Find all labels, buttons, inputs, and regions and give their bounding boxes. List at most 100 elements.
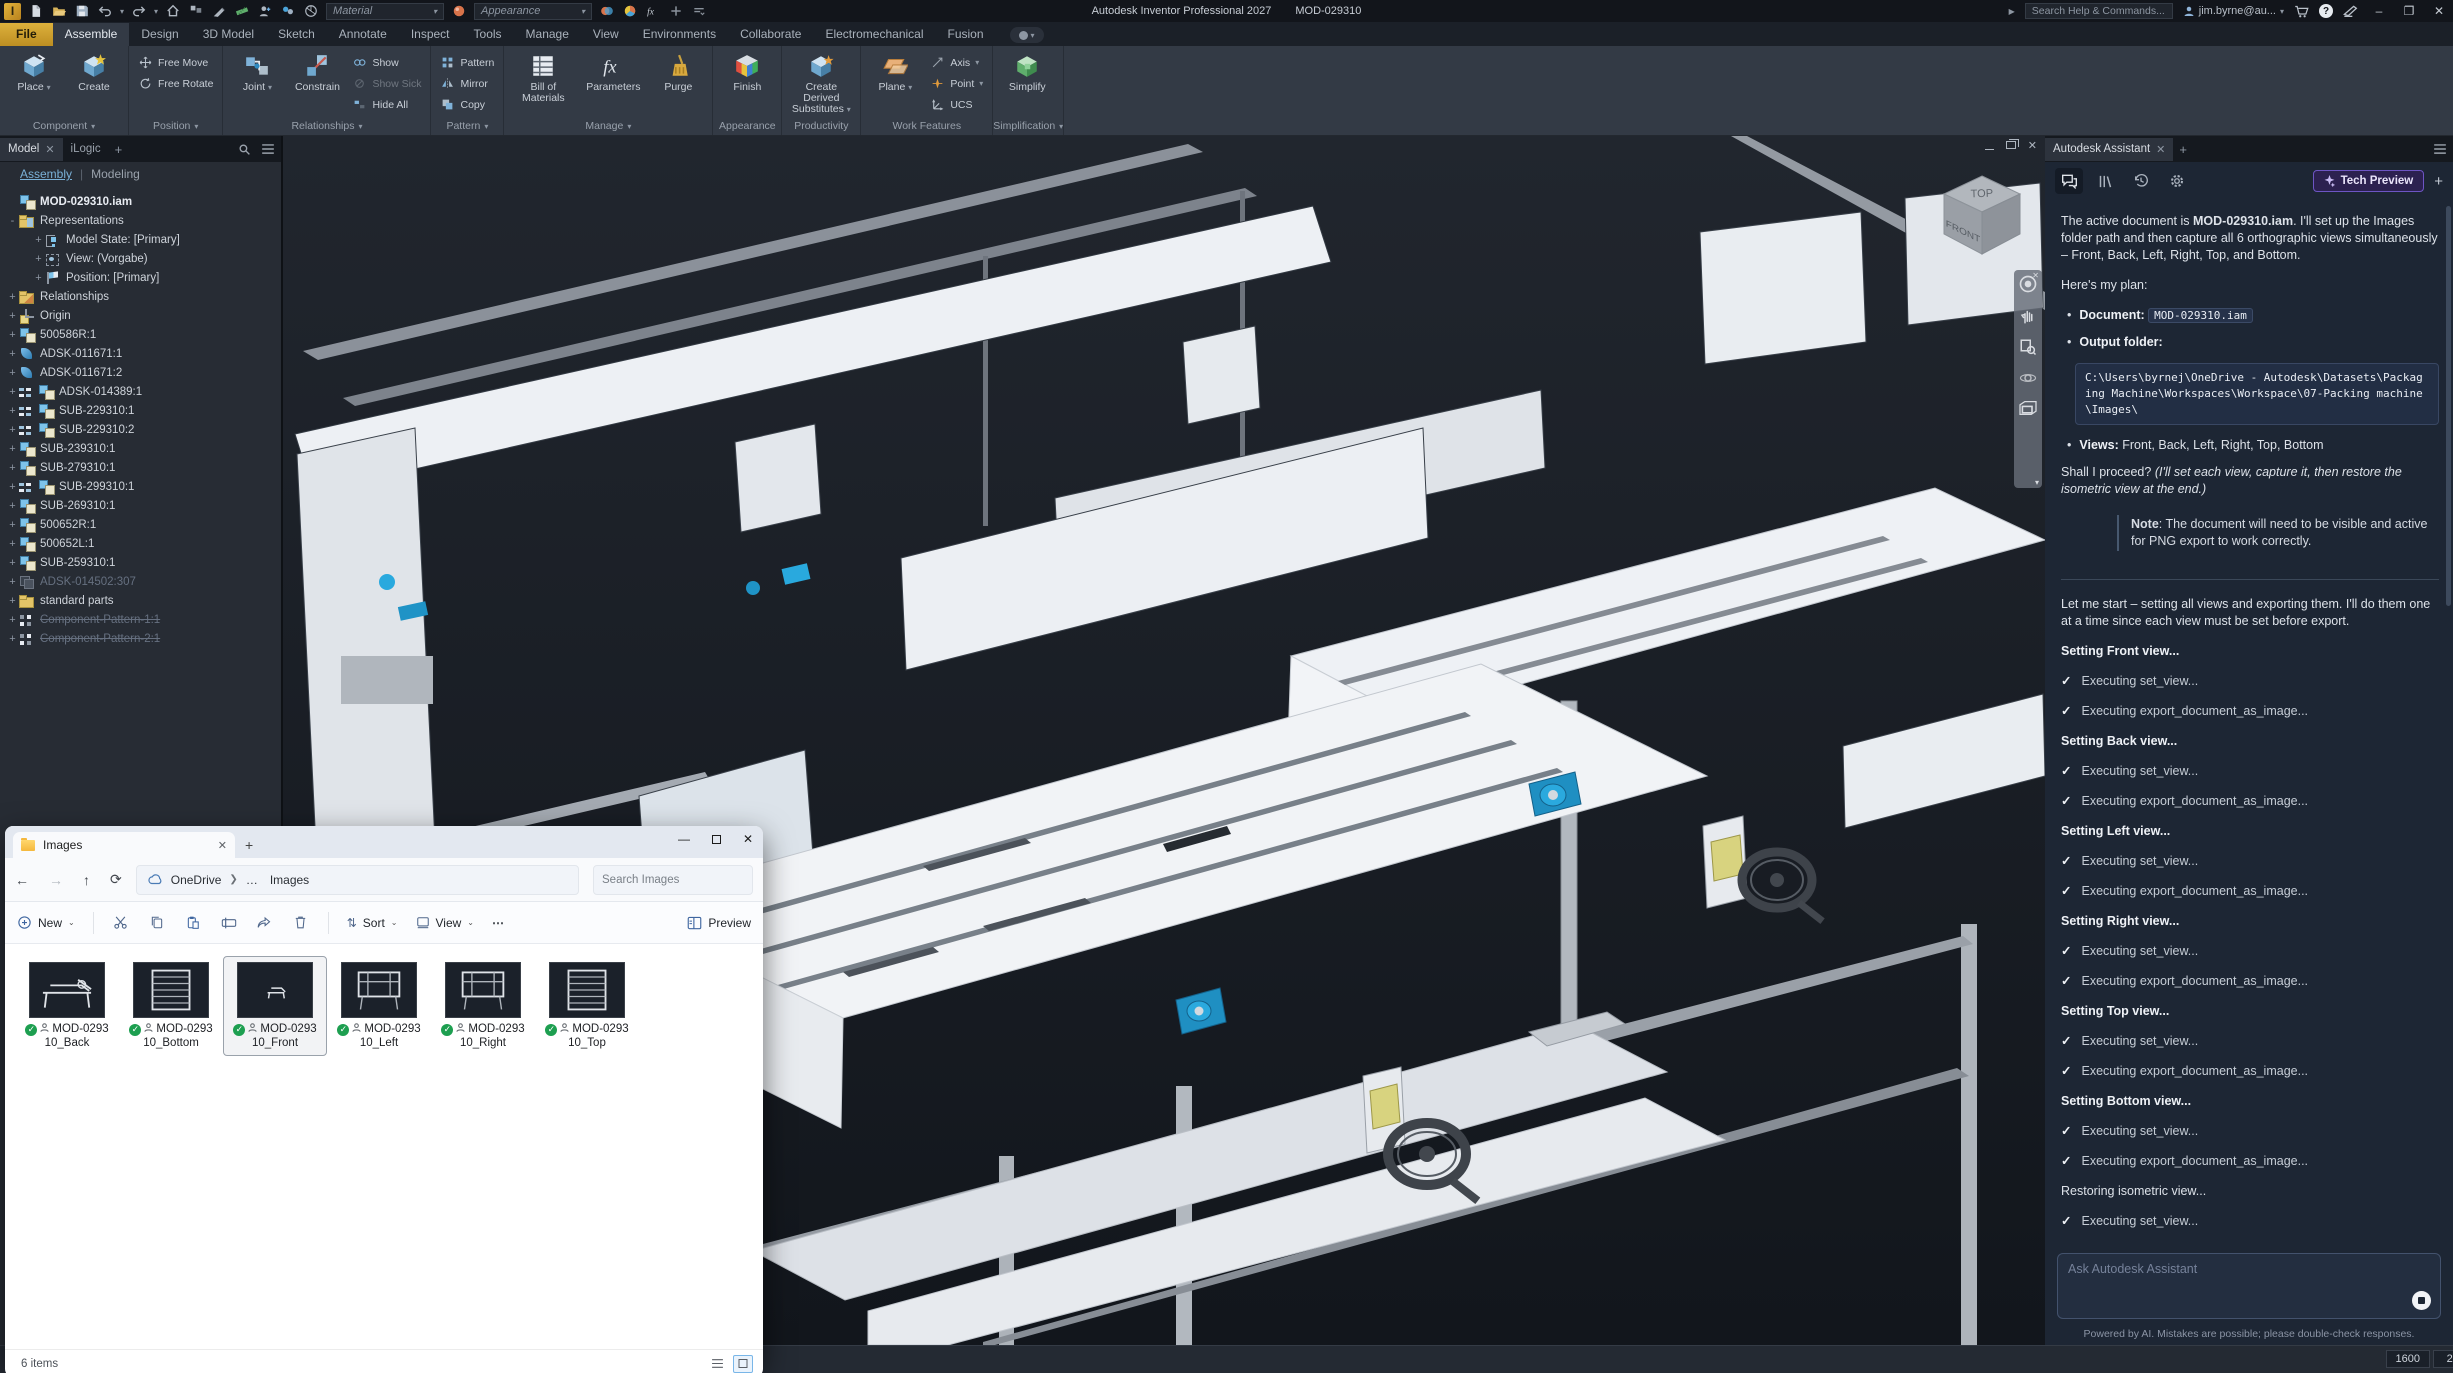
- library-icon[interactable]: [2091, 168, 2119, 194]
- search-icon[interactable]: [238, 143, 251, 156]
- navbar-close-icon[interactable]: ✕: [2032, 271, 2039, 280]
- tree-expander[interactable]: +: [6, 614, 19, 626]
- tree-expander[interactable]: +: [6, 386, 19, 398]
- color-wheel-icon[interactable]: [622, 4, 638, 19]
- tree-item-view-vorgabe[interactable]: +View: (Vorgabe): [0, 249, 281, 268]
- assistant-input[interactable]: [2068, 1262, 2398, 1276]
- ribbon-group-label-appearance[interactable]: Appearance: [713, 119, 781, 135]
- minimize-button[interactable]: –: [2369, 4, 2389, 18]
- ribbon-tab-view[interactable]: View: [581, 23, 631, 46]
- ribbon-tab-electromechanical[interactable]: Electromechanical: [813, 23, 935, 46]
- tree-item-adsk-014502-307[interactable]: +ADSK-014502:307: [0, 572, 281, 591]
- cart-icon[interactable]: [2294, 5, 2309, 18]
- file-mod-0293-10-front[interactable]: ✓MOD-029310_Front: [223, 956, 327, 1056]
- button-simplify[interactable]: Simplify: [999, 50, 1055, 93]
- tree-expander[interactable]: +: [6, 557, 19, 569]
- feedback-pen-icon[interactable]: [2343, 5, 2359, 17]
- button-bill-of-materials[interactable]: Bill of Materials: [510, 50, 576, 104]
- file-mod-0293-10-back[interactable]: ✓MOD-029310_Back: [15, 956, 119, 1056]
- orbit-icon[interactable]: [2019, 369, 2037, 387]
- button-joint[interactable]: Joint ▾: [229, 50, 285, 93]
- tree-expander[interactable]: +: [6, 348, 19, 360]
- tree-expander[interactable]: +: [6, 291, 19, 303]
- new-file-icon[interactable]: [28, 4, 44, 19]
- tree-item-adsk-014389-1[interactable]: +ADSK-014389:1: [0, 382, 281, 401]
- cut-icon[interactable]: [112, 914, 130, 932]
- tree-item-500586r-1[interactable]: +500586R:1: [0, 325, 281, 344]
- tree-item-500652l-1[interactable]: +500652L:1: [0, 534, 281, 553]
- assistant-input-box[interactable]: [2057, 1253, 2441, 1319]
- forward-icon[interactable]: →: [49, 872, 63, 888]
- components-icon[interactable]: [280, 4, 296, 19]
- up-icon[interactable]: ↑: [83, 872, 90, 888]
- browser-tab-model[interactable]: Model✕: [0, 138, 63, 161]
- tab-close-icon[interactable]: ✕: [45, 143, 54, 156]
- redo-icon-dropdown[interactable]: ▾: [154, 7, 158, 16]
- button-purge[interactable]: Purge: [650, 50, 706, 93]
- mode-tab-modeling[interactable]: Modeling: [91, 167, 140, 181]
- appearance-sphere-icon[interactable]: [451, 4, 467, 19]
- ribbon-tab-environments[interactable]: Environments: [631, 23, 728, 46]
- stop-button[interactable]: [2412, 1291, 2431, 1310]
- preview-button[interactable]: Preview: [687, 916, 751, 930]
- undo-icon-dropdown[interactable]: ▾: [120, 7, 124, 16]
- doc-minimize-icon[interactable]: [1985, 149, 1994, 150]
- add-user-icon[interactable]: [257, 4, 273, 19]
- breadcrumb-onedrive[interactable]: OneDrive: [171, 873, 222, 887]
- explorer-new-tab-button[interactable]: +: [245, 837, 253, 853]
- save-icon[interactable]: [74, 4, 90, 19]
- tree-expander[interactable]: +: [6, 405, 19, 417]
- tree-item-representations[interactable]: -Representations: [0, 211, 281, 230]
- ribbon-group-label-position[interactable]: Position▾: [129, 119, 222, 135]
- tree-item-origin[interactable]: +Origin: [0, 306, 281, 325]
- large-icons-view-icon[interactable]: [733, 1355, 753, 1373]
- button-create[interactable]: Create: [66, 50, 122, 93]
- tree-item-sub-279310-1[interactable]: +SUB-279310:1: [0, 458, 281, 477]
- tab-autodesk-assistant[interactable]: Autodesk Assistant✕: [2045, 138, 2173, 161]
- ribbon-tab-annotate[interactable]: Annotate: [327, 23, 399, 46]
- file-mod-0293-10-right[interactable]: ✓MOD-029310_Right: [431, 956, 535, 1056]
- tree-expander[interactable]: +: [6, 310, 19, 322]
- tree-expander[interactable]: +: [6, 481, 19, 493]
- tree-item-500652r-1[interactable]: +500652R:1: [0, 515, 281, 534]
- zoom-icon[interactable]: [2019, 338, 2037, 356]
- file-mod-0293-10-bottom[interactable]: ✓MOD-029310_Bottom: [119, 956, 223, 1056]
- ribbon-tab-collaborate[interactable]: Collaborate: [728, 23, 813, 46]
- tree-item-sub-259310-1[interactable]: +SUB-259310:1: [0, 553, 281, 572]
- menu-icon[interactable]: [691, 4, 707, 19]
- breadcrumb-images[interactable]: Images: [270, 873, 309, 887]
- tree-expander[interactable]: +: [6, 462, 19, 474]
- tree-expander[interactable]: +: [6, 329, 19, 341]
- explorer-minimize-button[interactable]: —: [678, 832, 690, 846]
- tree-item-sub-239310-1[interactable]: +SUB-239310:1: [0, 439, 281, 458]
- account-menu[interactable]: jim.byrne@au...▾: [2183, 5, 2284, 17]
- button-ucs[interactable]: UCS: [927, 95, 986, 114]
- ribbon-extension-button[interactable]: ▾: [1010, 27, 1044, 43]
- look-at-icon[interactable]: [2018, 400, 2038, 416]
- ribbon-tab-fusion[interactable]: Fusion: [936, 23, 996, 46]
- help-icon[interactable]: ?: [2319, 4, 2333, 18]
- button-pattern[interactable]: Pattern: [437, 53, 497, 72]
- tree-item-mod-029310-iam[interactable]: MOD-029310.iam: [0, 192, 281, 211]
- tree-item-sub-229310-2[interactable]: +SUB-229310:2: [0, 420, 281, 439]
- button-free-rotate[interactable]: Free Rotate: [135, 74, 216, 93]
- close-button[interactable]: ✕: [2429, 4, 2449, 18]
- back-icon[interactable]: ←: [15, 872, 29, 888]
- more-options-icon[interactable]: ⋯: [492, 916, 504, 930]
- add-icon[interactable]: [668, 4, 684, 19]
- tree-item-component-pattern-1-1[interactable]: +Component-Pattern-1:1: [0, 610, 281, 629]
- tree-expander[interactable]: +: [32, 234, 45, 246]
- tree-expander[interactable]: +: [6, 538, 19, 550]
- tree-item-sub-229310-1[interactable]: +SUB-229310:1: [0, 401, 281, 420]
- new-tab-button[interactable]: +: [2173, 142, 2193, 157]
- navbar-menu-icon[interactable]: ▾: [2035, 478, 2039, 487]
- tree-expander[interactable]: +: [6, 595, 19, 607]
- ribbon-tab-manage[interactable]: Manage: [514, 23, 581, 46]
- tree-item-adsk-011671-1[interactable]: +ADSK-011671:1: [0, 344, 281, 363]
- explorer-close-button[interactable]: ✕: [743, 832, 753, 846]
- explorer-maximize-button[interactable]: [712, 835, 721, 844]
- tree-expander[interactable]: +: [6, 519, 19, 531]
- history-icon[interactable]: [2127, 168, 2155, 194]
- button-plane[interactable]: Plane ▾: [867, 50, 923, 93]
- tree-item-relationships[interactable]: +Relationships: [0, 287, 281, 306]
